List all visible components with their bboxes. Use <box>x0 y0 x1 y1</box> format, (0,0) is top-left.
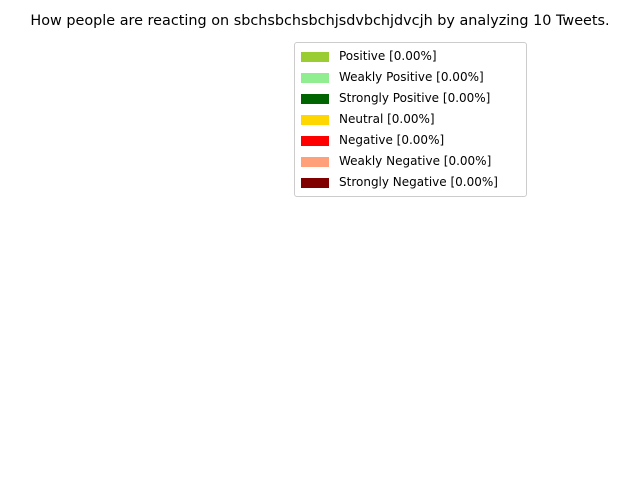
chart-figure: How people are reacting on sbchsbchsbchj… <box>0 0 640 480</box>
legend-item-strongly-positive: Strongly Positive [0.00%] <box>295 88 526 109</box>
legend-label: Negative [0.00%] <box>339 133 445 147</box>
legend-item-neutral: Neutral [0.00%] <box>295 109 526 130</box>
legend-swatch <box>301 94 329 104</box>
legend-item-negative: Negative [0.00%] <box>295 130 526 151</box>
legend-swatch <box>301 136 329 146</box>
legend-swatch <box>301 157 329 167</box>
legend-swatch <box>301 115 329 125</box>
legend-label: Weakly Negative [0.00%] <box>339 154 492 168</box>
legend-swatch <box>301 52 329 62</box>
legend-swatch <box>301 73 329 83</box>
legend-item-weakly-negative: Weakly Negative [0.00%] <box>295 151 526 172</box>
legend-label: Neutral [0.00%] <box>339 112 435 126</box>
legend-label: Strongly Positive [0.00%] <box>339 91 491 105</box>
legend-label: Weakly Positive [0.00%] <box>339 70 484 84</box>
chart-legend: Positive [0.00%] Weakly Positive [0.00%]… <box>294 42 527 197</box>
legend-item-strongly-negative: Strongly Negative [0.00%] <box>295 172 526 193</box>
legend-item-positive: Positive [0.00%] <box>295 46 526 67</box>
legend-item-weakly-positive: Weakly Positive [0.00%] <box>295 67 526 88</box>
legend-label: Positive [0.00%] <box>339 49 437 63</box>
legend-swatch <box>301 178 329 188</box>
legend-label: Strongly Negative [0.00%] <box>339 175 498 189</box>
